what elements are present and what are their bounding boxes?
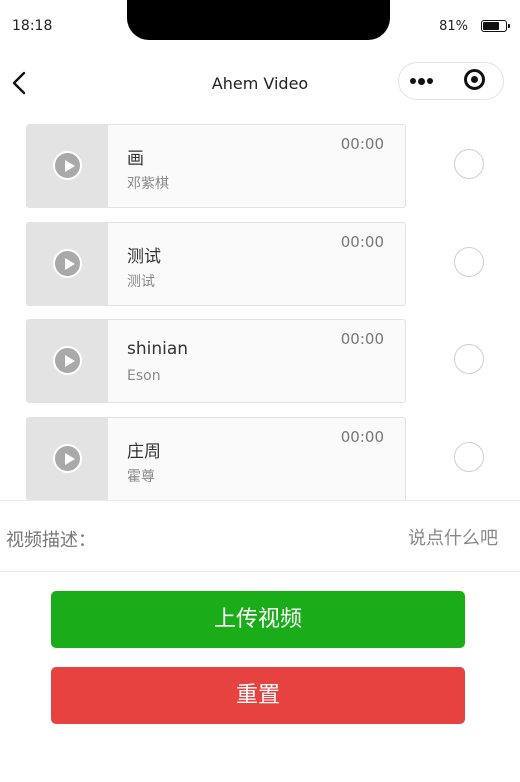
video-row: 测试 测试 00:00	[0, 221, 520, 306]
video-card[interactable]: 庄周 霍尊 00:00	[26, 416, 406, 501]
description-label: 视频描述：	[6, 530, 96, 551]
close-button[interactable]	[451, 63, 503, 99]
video-thumbnail	[27, 320, 108, 402]
video-author: 霍尊	[127, 468, 155, 485]
video-author: 测试	[127, 273, 155, 290]
video-list: 画 邓紫棋 00:00 测试 测试 00:00 shinian Eson 00:…	[0, 124, 520, 514]
video-duration: 00:00	[340, 427, 384, 446]
battery-icon	[481, 20, 510, 32]
status-time: 18:18	[12, 18, 53, 34]
video-row: shinian Eson 00:00	[0, 319, 520, 403]
play-icon[interactable]	[53, 151, 82, 180]
battery-percent: 81%	[439, 19, 468, 34]
select-radio[interactable]	[454, 149, 484, 179]
video-author: Eson	[127, 368, 161, 384]
reset-button[interactable]: 重置	[51, 667, 465, 724]
more-dots-icon	[418, 77, 425, 85]
video-row: 画 邓紫棋 00:00	[0, 124, 520, 208]
video-row: 庄周 霍尊 00:00	[0, 416, 520, 501]
play-icon[interactable]	[53, 443, 82, 473]
video-card[interactable]: shinian Eson 00:00	[26, 319, 406, 403]
device-notch	[127, 0, 390, 40]
play-icon[interactable]	[53, 248, 82, 278]
video-thumbnail	[27, 222, 108, 305]
video-card[interactable]: 测试 测试 00:00	[26, 221, 406, 306]
video-title: 测试	[127, 246, 161, 267]
battery-fill	[483, 22, 500, 30]
select-radio[interactable]	[454, 344, 484, 374]
more-button[interactable]	[399, 63, 451, 99]
video-duration: 00:00	[340, 232, 384, 251]
capsule-menu	[398, 62, 504, 100]
description-input[interactable]	[236, 521, 500, 555]
video-author: 邓紫棋	[127, 176, 169, 192]
upload-video-button[interactable]: 上传视频	[51, 591, 465, 648]
video-duration: 00:00	[340, 135, 384, 153]
video-title: 庄周	[127, 441, 161, 462]
video-thumbnail	[27, 417, 108, 500]
more-dots-icon	[410, 78, 416, 84]
status-bar: 18:18 81%	[0, 0, 520, 52]
description-row: 视频描述：	[0, 500, 520, 572]
target-close-dot	[471, 76, 478, 83]
nav-bar: Ahem Video	[0, 52, 520, 114]
video-duration: 00:00	[340, 330, 384, 348]
video-title: shinian	[127, 339, 189, 359]
video-title: 画	[127, 149, 144, 169]
play-icon[interactable]	[53, 346, 82, 375]
video-card[interactable]: 画 邓紫棋 00:00	[26, 124, 406, 208]
video-thumbnail	[27, 125, 108, 207]
select-radio[interactable]	[454, 246, 484, 277]
more-dots-icon	[427, 78, 433, 84]
select-radio[interactable]	[454, 441, 484, 472]
